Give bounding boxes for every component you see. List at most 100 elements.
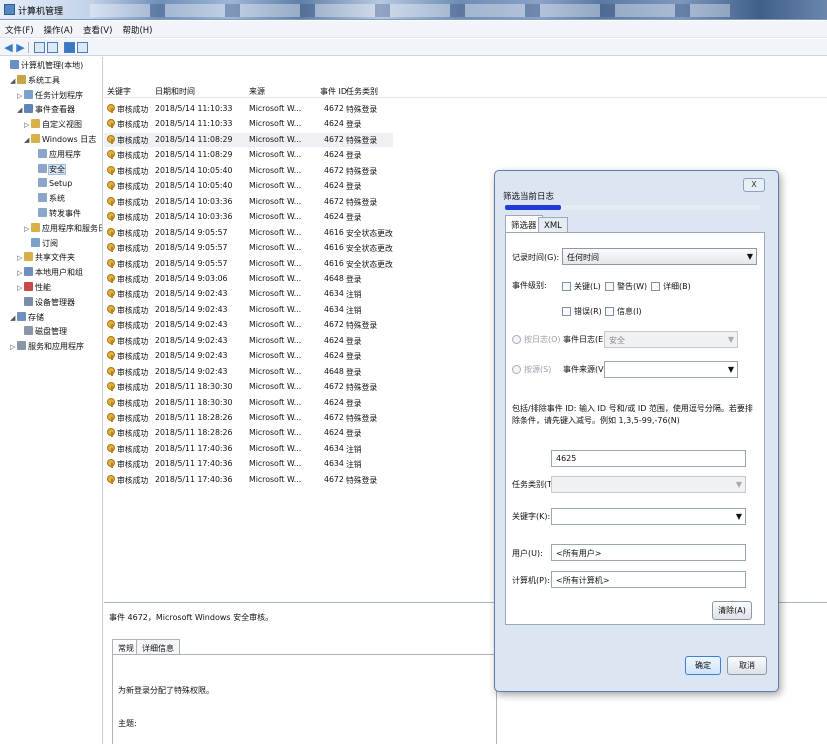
cell-datetime: 2018/5/14 9:05:57 xyxy=(155,243,228,253)
properties-icon[interactable] xyxy=(77,42,88,53)
menu-view[interactable]: 查看(V) xyxy=(78,21,117,39)
tree-node[interactable]: ▷ 本地用户和组 xyxy=(17,266,83,279)
table-row[interactable]: 审核成功 2018/5/14 9:05:57 Microsoft W... 4616 安… xyxy=(104,257,393,271)
tab-filter[interactable]: 筛选器 xyxy=(505,215,543,232)
table-row[interactable]: 审核成功 2018/5/14 9:02:43 Microsoft W... 4634 注… xyxy=(104,287,393,301)
cell-datetime: 2018/5/14 11:10:33 xyxy=(155,104,233,113)
event-log-label: 事件日志(E): xyxy=(563,335,609,344)
table-row[interactable]: 审核成功 2018/5/11 18:30:30 Microsoft W... 4624… xyxy=(104,396,393,410)
menu-file[interactable]: 文件(F) xyxy=(0,21,39,39)
collapsed-arrow-icon[interactable]: ▷ xyxy=(24,119,31,132)
tree-node[interactable]: Setup xyxy=(31,177,72,190)
tree-node[interactable]: ◢ 事件查看器 xyxy=(17,103,75,116)
by-log-radio[interactable] xyxy=(512,335,521,344)
computer-input[interactable]: <所有计算机> xyxy=(551,571,746,588)
table-row[interactable]: 审核成功 2018/5/14 10:03:36 Microsoft W... 4624… xyxy=(104,210,393,224)
cell-datetime: 2018/5/14 9:02:43 xyxy=(155,320,228,330)
tab-xml[interactable]: XML xyxy=(538,217,568,232)
information-checkbox[interactable] xyxy=(605,307,614,316)
by-source-radio[interactable] xyxy=(512,365,521,374)
table-row[interactable]: 审核成功 2018/5/11 18:28:26 Microsoft W... 4672… xyxy=(104,411,393,425)
keywords-select[interactable]: ▼ xyxy=(551,508,746,525)
show-hide-tree-icon[interactable] xyxy=(47,42,58,53)
table-row[interactable]: 审核成功 2018/5/14 9:02:43 Microsoft W... 4624 登… xyxy=(104,334,393,348)
table-row[interactable]: 审核成功 2018/5/14 10:05:40 Microsoft W... 4672… xyxy=(104,164,393,178)
table-row[interactable]: 审核成功 2018/5/11 18:28:26 Microsoft W... 4624… xyxy=(104,426,393,440)
clear-button[interactable]: 清除(A) xyxy=(712,601,752,620)
task-category-select[interactable]: ▼ xyxy=(551,476,746,493)
table-row[interactable]: 审核成功 2018/5/11 18:30:30 Microsoft W... 4672… xyxy=(104,380,393,394)
table-row[interactable]: 审核成功 2018/5/14 9:02:43 Microsoft W... 4624 登… xyxy=(104,349,393,363)
tree-node[interactable]: ▷ 应用程序和服务日志 xyxy=(24,222,102,236)
tree-node[interactable]: ▷ 共享文件夹 xyxy=(17,251,75,264)
menu-action[interactable]: 操作(A) xyxy=(39,21,78,39)
event-id-input[interactable]: 4625 xyxy=(551,450,746,467)
warning-checkbox[interactable] xyxy=(605,282,614,291)
tree-node[interactable]: 转发事件 xyxy=(31,207,81,220)
expanded-arrow-icon[interactable]: ◢ xyxy=(10,312,17,325)
tree-node[interactable]: 计算机管理(本地) xyxy=(3,59,83,72)
table-row[interactable]: 审核成功 2018/5/11 17:40:36 Microsoft W... 4672… xyxy=(104,473,393,487)
table-row[interactable]: 审核成功 2018/5/11 17:40:36 Microsoft W... 4634… xyxy=(104,442,393,456)
forward-arrow-icon[interactable]: ▶ xyxy=(15,42,26,53)
event-log-select[interactable]: 安全 ▼ xyxy=(604,331,738,348)
menu-help[interactable]: 帮助(H) xyxy=(117,21,157,39)
key-icon xyxy=(107,165,115,175)
tree-node[interactable]: ▷ 性能 xyxy=(17,281,51,294)
tree-node[interactable]: ▷ 任务计划程序 xyxy=(17,89,83,102)
tab-details[interactable]: 详细信息 xyxy=(136,639,180,655)
ok-button[interactable]: 确定 xyxy=(685,656,721,675)
tree-node[interactable]: ▷ 服务和应用程序 xyxy=(10,340,84,353)
column-source[interactable]: 来源 xyxy=(249,86,265,97)
collapsed-arrow-icon[interactable]: ▷ xyxy=(17,267,24,280)
cancel-button[interactable]: 取消 xyxy=(727,656,767,675)
tree-node[interactable]: 安全 xyxy=(31,163,66,176)
logged-select[interactable]: 任何时间 ▼ xyxy=(562,248,757,265)
table-row[interactable]: 审核成功 2018/5/14 9:02:43 Microsoft W... 4648 登… xyxy=(104,365,393,379)
column-task-category[interactable]: 任务类别 xyxy=(346,86,378,97)
up-folder-icon[interactable] xyxy=(34,42,45,53)
event-source-select[interactable]: ▼ xyxy=(604,361,738,378)
tree-node[interactable]: ▷ 自定义视图 xyxy=(24,118,82,131)
tree-node[interactable]: 应用程序 xyxy=(31,148,81,161)
logged-label: 记录时间(G): xyxy=(512,253,560,262)
collapsed-arrow-icon[interactable]: ▷ xyxy=(17,282,24,295)
column-keyword[interactable]: 关键字 xyxy=(107,86,131,97)
tree-node[interactable]: 系统 xyxy=(31,192,65,205)
table-row[interactable]: 审核成功 2018/5/14 11:10:33 Microsoft W... 4624… xyxy=(104,117,393,131)
table-row[interactable]: 审核成功 2018/5/14 10:05:40 Microsoft W... 4624… xyxy=(104,179,393,193)
table-row[interactable]: 审核成功 2018/5/11 17:40:36 Microsoft W... 4634… xyxy=(104,457,393,471)
close-icon[interactable]: X xyxy=(743,178,765,192)
verbose-checkbox[interactable] xyxy=(651,282,660,291)
key-icon xyxy=(107,366,115,376)
tree-node[interactable]: ◢ 系统工具 xyxy=(10,74,60,87)
tree-node[interactable]: ◢ Windows 日志 xyxy=(24,133,96,146)
user-input[interactable]: <所有用户> xyxy=(551,544,746,561)
table-row[interactable]: 审核成功 2018/5/14 10:03:36 Microsoft W... 4672… xyxy=(104,195,393,209)
table-row[interactable]: 审核成功 2018/5/14 11:08:29 Microsoft W... 4624… xyxy=(104,148,393,162)
tree-node[interactable]: 磁盘管理 xyxy=(17,325,67,338)
table-row[interactable]: 审核成功 2018/5/14 9:03:06 Microsoft W... 4648 登… xyxy=(104,272,393,286)
tree-node[interactable]: 订阅 xyxy=(24,237,58,250)
help-icon[interactable] xyxy=(64,42,75,53)
back-arrow-icon[interactable]: ◀ xyxy=(3,42,14,53)
expanded-arrow-icon[interactable]: ◢ xyxy=(10,75,17,88)
error-checkbox[interactable] xyxy=(562,307,571,316)
table-row[interactable]: 审核成功 2018/5/14 9:05:57 Microsoft W... 4616 安… xyxy=(104,241,393,255)
collapsed-arrow-icon[interactable]: ▷ xyxy=(10,341,17,354)
table-row[interactable]: 审核成功 2018/5/14 11:10:33 Microsoft W... 4672… xyxy=(104,102,393,116)
expanded-arrow-icon[interactable]: ◢ xyxy=(17,104,24,117)
table-row[interactable]: 审核成功 2018/5/14 9:02:43 Microsoft W... 4634 注… xyxy=(104,303,393,317)
collapsed-arrow-icon[interactable]: ▷ xyxy=(17,90,24,103)
table-row[interactable]: 审核成功 2018/5/14 9:02:43 Microsoft W... 4672 特… xyxy=(104,318,393,332)
column-datetime[interactable]: 日期和时间 xyxy=(155,86,195,97)
tree-node[interactable]: 设备管理器 xyxy=(17,296,75,309)
table-row[interactable]: 审核成功 2018/5/14 9:05:57 Microsoft W... 4616 安… xyxy=(104,226,393,240)
collapsed-arrow-icon[interactable]: ▷ xyxy=(17,252,24,265)
tree-node[interactable]: ◢ 存储 xyxy=(10,311,44,324)
table-row[interactable]: 审核成功 2018/5/14 11:08:29 Microsoft W... 4672… xyxy=(104,132,393,147)
expanded-arrow-icon[interactable]: ◢ xyxy=(24,134,31,147)
column-event-id[interactable]: 事件 ID xyxy=(320,86,347,97)
critical-checkbox[interactable] xyxy=(562,282,571,291)
collapsed-arrow-icon[interactable]: ▷ xyxy=(24,223,31,236)
